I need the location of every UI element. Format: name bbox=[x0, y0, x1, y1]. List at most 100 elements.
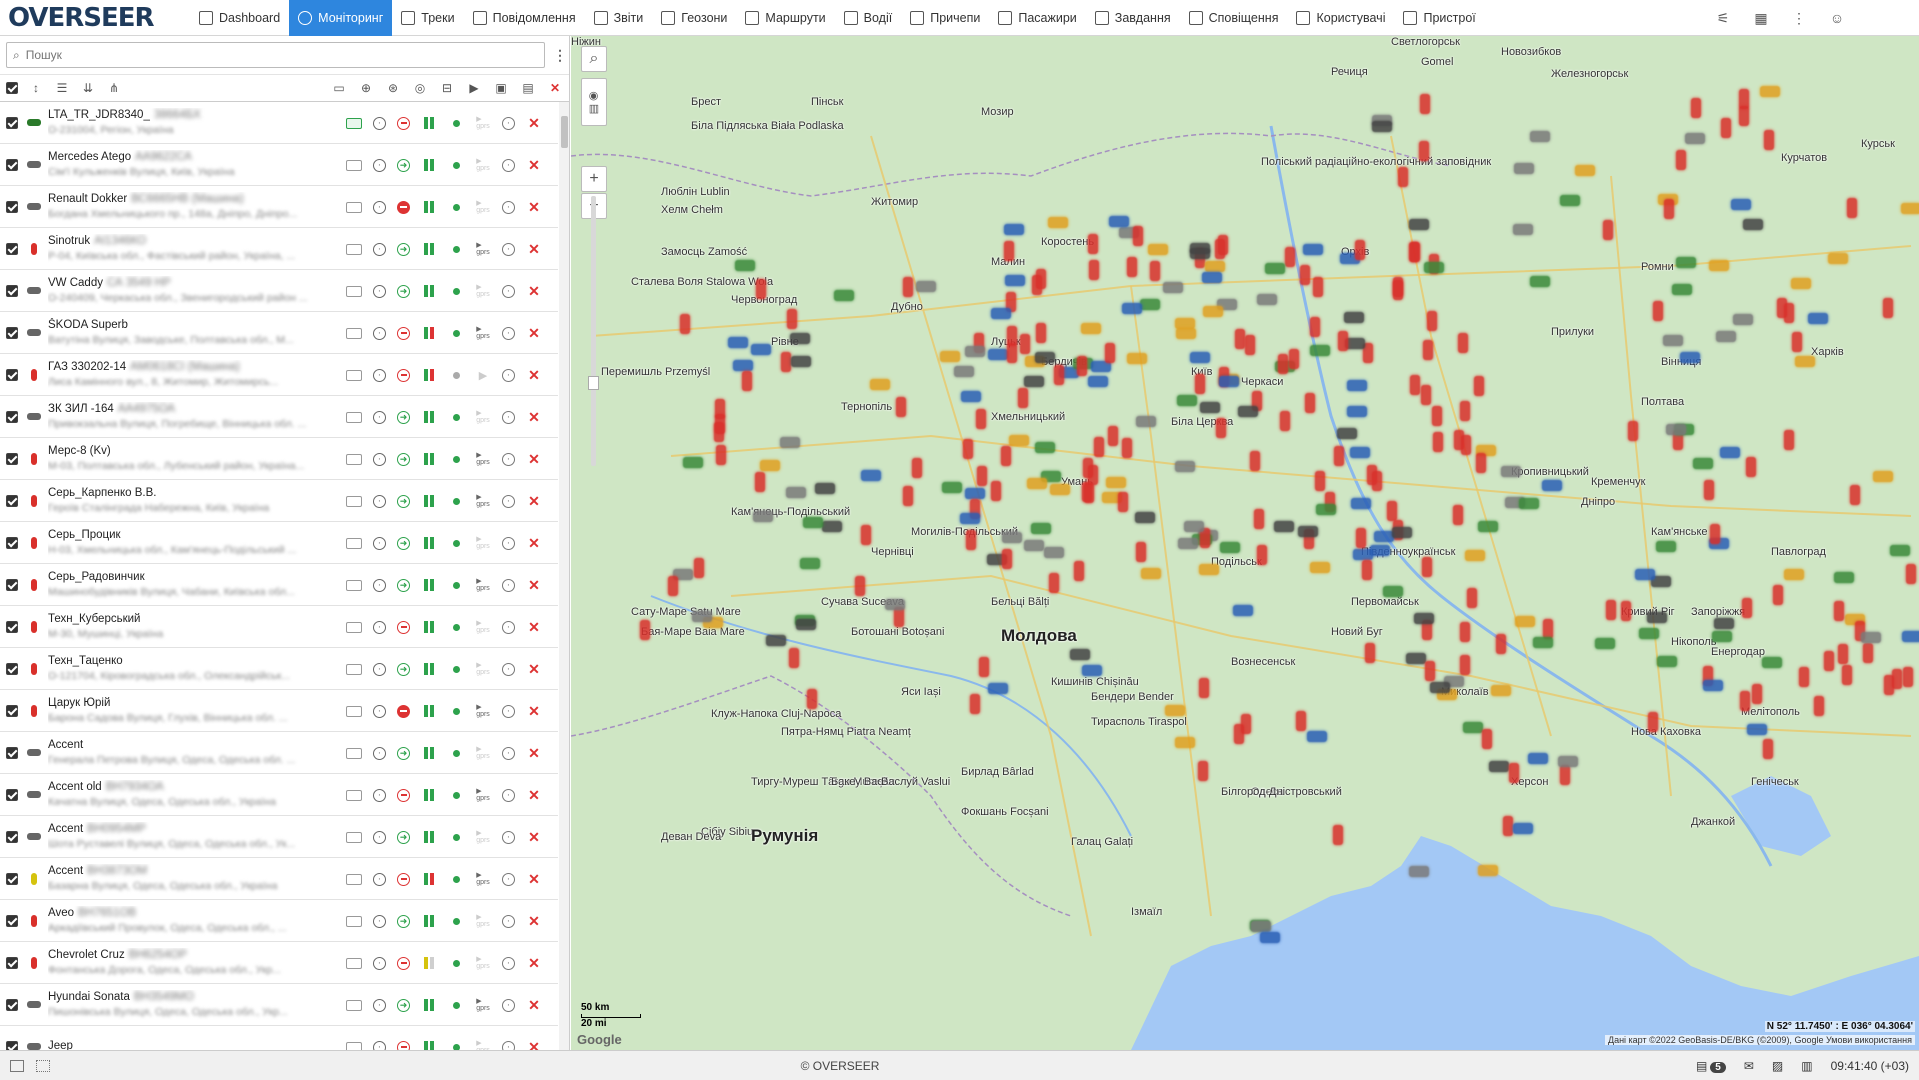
vehicle-marker[interactable] bbox=[1906, 564, 1917, 585]
vehicle-marker[interactable] bbox=[1189, 243, 1210, 255]
stop-icon[interactable] bbox=[397, 116, 410, 130]
vehicle-marker[interactable] bbox=[1017, 388, 1028, 409]
vehicle-marker[interactable] bbox=[682, 457, 703, 469]
truck-icon[interactable] bbox=[346, 957, 362, 969]
unit-row[interactable]: ЗК ЗИЛ -164 АА4975ОА Привокзальна Вулиця, … bbox=[0, 396, 558, 438]
chart-icon[interactable]: ⚟ bbox=[1715, 10, 1731, 26]
delete-icon[interactable]: ✕ bbox=[526, 283, 542, 299]
vehicle-marker[interactable] bbox=[751, 344, 772, 356]
vehicle-marker[interactable] bbox=[1665, 424, 1686, 436]
unit-checkbox[interactable] bbox=[6, 998, 18, 1011]
unit-checkbox[interactable] bbox=[6, 158, 18, 171]
delete-icon[interactable]: ✕ bbox=[526, 157, 542, 173]
vehicle-marker[interactable] bbox=[1784, 569, 1805, 581]
unit-checkbox[interactable] bbox=[6, 368, 18, 381]
vehicle-marker[interactable] bbox=[1422, 557, 1433, 578]
clock-icon[interactable]: · bbox=[502, 746, 515, 760]
vehicle-marker[interactable] bbox=[1752, 683, 1763, 704]
vehicle-marker[interactable] bbox=[1023, 539, 1044, 551]
vehicle-marker[interactable] bbox=[1709, 259, 1730, 271]
delete-icon[interactable]: ✕ bbox=[526, 745, 542, 761]
gprs-icon[interactable]: ▶ bbox=[475, 367, 491, 383]
vehicle-marker[interactable] bbox=[790, 332, 811, 344]
gprs-icon[interactable]: ▶gprs bbox=[475, 661, 491, 677]
unit-info[interactable]: Серь_Карпенко В.В. Героїв Сталінграда Наб… bbox=[48, 486, 338, 516]
unit-checkbox[interactable] bbox=[6, 1040, 18, 1050]
vehicle-marker[interactable] bbox=[1842, 665, 1853, 686]
vehicle-marker[interactable] bbox=[1249, 450, 1260, 471]
vehicle-marker[interactable] bbox=[1296, 710, 1307, 731]
vehicle-marker[interactable] bbox=[1890, 544, 1911, 556]
truck-icon[interactable] bbox=[346, 789, 362, 801]
vehicle-marker[interactable] bbox=[1747, 723, 1768, 735]
vehicle-marker[interactable] bbox=[790, 355, 811, 367]
vehicle-marker[interactable] bbox=[1457, 332, 1468, 353]
stop-icon[interactable] bbox=[397, 368, 410, 382]
unit-row[interactable]: Accent ВН3873ОМ Базарна Вулиця, Одеса, Оде… bbox=[0, 858, 558, 900]
truck-icon[interactable] bbox=[346, 1041, 362, 1050]
vehicle-marker[interactable] bbox=[1174, 736, 1195, 748]
gprs-icon[interactable]: ▶gprs bbox=[475, 325, 491, 341]
vehicle-marker[interactable] bbox=[1872, 471, 1893, 483]
vehicle-marker[interactable] bbox=[766, 635, 787, 646]
delete-icon[interactable]: ✕ bbox=[526, 535, 542, 551]
vehicle-marker[interactable] bbox=[1772, 585, 1783, 606]
search-box[interactable]: ⌕ bbox=[6, 42, 545, 68]
play-icon[interactable]: ➜ bbox=[397, 242, 410, 256]
vehicle-marker[interactable] bbox=[1278, 354, 1289, 375]
vehicle-marker[interactable] bbox=[1647, 612, 1668, 624]
truck-icon[interactable] bbox=[346, 243, 362, 255]
vehicle-marker[interactable] bbox=[716, 444, 727, 465]
vehicle-marker[interactable] bbox=[742, 371, 753, 392]
locate-icon[interactable]: · bbox=[373, 284, 386, 298]
layout-icon[interactable]: ▥ bbox=[1801, 1059, 1812, 1073]
vehicle-marker[interactable] bbox=[861, 525, 872, 546]
vehicle-marker[interactable] bbox=[780, 352, 791, 373]
unit-checkbox[interactable] bbox=[6, 830, 18, 843]
delete-icon[interactable]: ✕ bbox=[526, 451, 542, 467]
vehicle-marker[interactable] bbox=[1424, 660, 1435, 681]
unit-row[interactable]: Jeep · ▶gprs · ✕ bbox=[0, 1026, 558, 1050]
vehicle-marker[interactable] bbox=[1813, 695, 1824, 716]
vehicle-marker[interactable] bbox=[1739, 690, 1750, 711]
vehicle-marker[interactable] bbox=[1260, 932, 1281, 944]
vehicle-marker[interactable] bbox=[903, 486, 914, 507]
vehicle-marker[interactable] bbox=[1347, 405, 1368, 417]
vehicle-marker[interactable] bbox=[1081, 664, 1102, 676]
vehicle-marker[interactable] bbox=[1184, 520, 1205, 532]
vehicle-marker[interactable] bbox=[1790, 277, 1811, 289]
more-icon[interactable]: ⋮ bbox=[1791, 10, 1807, 26]
gprs-icon[interactable]: ▶gprs bbox=[475, 577, 491, 593]
vehicle-marker[interactable] bbox=[1312, 276, 1323, 297]
vehicle-marker[interactable] bbox=[1794, 356, 1815, 368]
vehicle-marker[interactable] bbox=[755, 278, 766, 299]
vehicle-marker[interactable] bbox=[1429, 682, 1450, 694]
vehicle-marker[interactable] bbox=[1237, 406, 1258, 418]
vehicle-marker[interactable] bbox=[1653, 300, 1664, 321]
vehicle-marker[interactable] bbox=[1478, 521, 1499, 533]
vehicle-marker[interactable] bbox=[1383, 586, 1404, 598]
map-search-button[interactable]: ⌕ bbox=[581, 46, 607, 72]
vehicle-marker[interactable] bbox=[1175, 328, 1196, 340]
locate-icon[interactable]: · bbox=[373, 662, 386, 676]
vehicle-marker[interactable] bbox=[1427, 311, 1438, 332]
vehicle-marker[interactable] bbox=[1424, 261, 1445, 273]
unit-row[interactable]: VW Caddy СА 3549 НР О-240409, Черкаська об… bbox=[0, 270, 558, 312]
delete-icon[interactable]: ✕ bbox=[526, 367, 542, 383]
play-icon[interactable]: ➜ bbox=[397, 998, 410, 1012]
unit-info[interactable]: Chevrolet Cruz ВН6254ОР Фонтанська Дорога,… bbox=[48, 948, 338, 978]
truck-icon[interactable] bbox=[346, 705, 362, 717]
map-view[interactable]: Светлогорськ Новозибков Gomel Речиця Железно… bbox=[571, 36, 1919, 1050]
unit-info[interactable]: Sinotruk АІ1346КО Р-04, Київська обл., Фас… bbox=[48, 234, 338, 264]
vehicle-marker[interactable] bbox=[1638, 627, 1659, 639]
vehicle-marker[interactable] bbox=[1761, 657, 1782, 669]
vehicle-marker[interactable] bbox=[795, 618, 816, 630]
vehicle-marker[interactable] bbox=[1366, 465, 1377, 486]
unit-checkbox[interactable] bbox=[6, 578, 18, 591]
vehicle-marker[interactable] bbox=[965, 488, 986, 500]
gprs-icon[interactable]: ▶gprs bbox=[475, 1039, 491, 1050]
unit-info[interactable]: ГАЗ 330202-14 АМ0618СІ (Машина) Лиса Камін… bbox=[48, 360, 338, 390]
vehicle-marker[interactable] bbox=[1300, 264, 1311, 285]
info-column-icon[interactable]: ▤ bbox=[520, 80, 536, 96]
vehicle-marker[interactable] bbox=[1349, 446, 1370, 458]
